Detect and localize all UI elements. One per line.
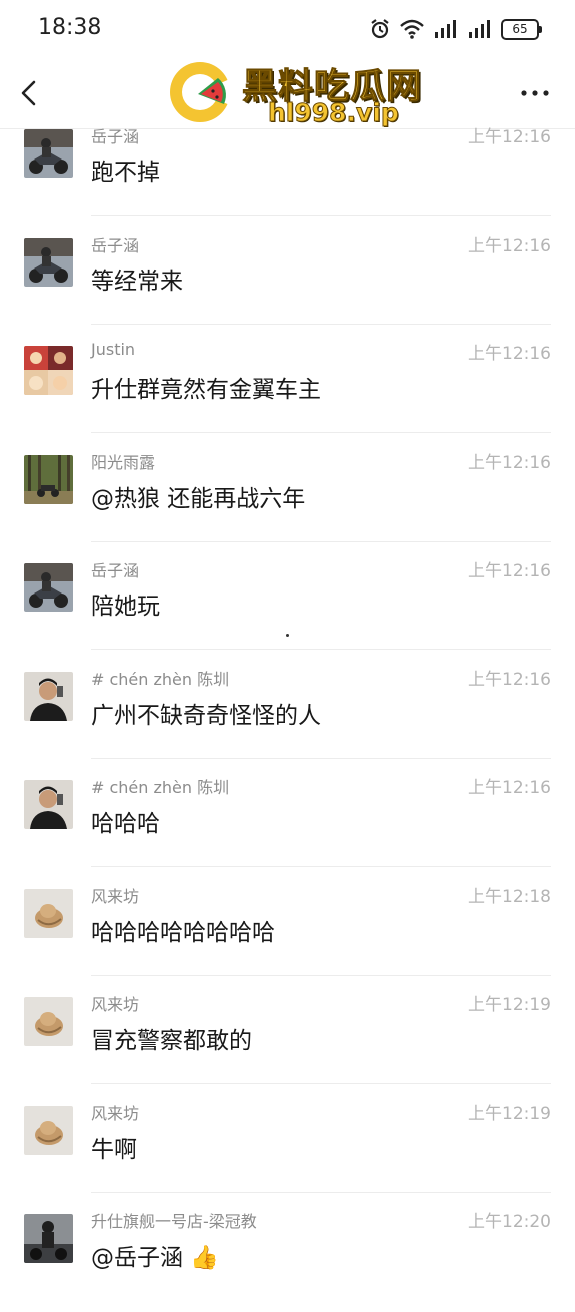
scroll-dot — [286, 634, 289, 637]
site-logo: 黑料吃瓜网 hl998.vip — [168, 58, 438, 128]
avatar[interactable] — [24, 1214, 73, 1263]
message-item[interactable]: 阳光雨露 上午12:16 @热狼 还能再战六年 — [0, 445, 575, 553]
sender-name: 风来坊 — [91, 995, 140, 1014]
message-time: 上午12:16 — [468, 344, 551, 364]
message-item[interactable]: 风来坊 上午12:18 哈哈哈哈哈哈哈哈 — [0, 879, 575, 987]
message-text: 升仕群竟然有金翼车主 — [91, 377, 321, 403]
message-time: 上午12:19 — [468, 1103, 551, 1124]
message-text: 牛啊 — [91, 1136, 137, 1163]
sender-name: # chén zhèn 陈圳 — [91, 778, 230, 797]
more-dots-icon — [521, 90, 549, 96]
sender-name: 岳子涵 — [91, 127, 140, 146]
sender-name: 岳子涵 — [91, 235, 140, 255]
message-item[interactable]: 风来坊 上午12:19 冒充警察都敢的 — [0, 987, 575, 1095]
sender-name: # chén zhèn 陈圳 — [91, 669, 230, 689]
message-item[interactable]: 岳子涵 上午12:16 陪她玩 — [0, 553, 575, 661]
message-text: 哈哈哈哈哈哈哈哈 — [91, 919, 275, 946]
message-item[interactable]: Justin 上午12:16 升仕群竟然有金翼车主 — [0, 336, 575, 444]
avatar[interactable] — [24, 129, 73, 178]
message-time: 上午12:16 — [468, 561, 551, 581]
divider — [91, 1083, 551, 1084]
message-text: @热狼 还能再战六年 — [91, 485, 306, 512]
avatar[interactable] — [24, 563, 73, 612]
message-item[interactable]: 升仕旗舰一号店-梁冠教 上午12:20 @岳子涵 👍 — [0, 1204, 575, 1312]
avatar[interactable] — [24, 997, 73, 1046]
battery-indicator: 65 — [501, 18, 542, 40]
avatar[interactable] — [24, 454, 73, 504]
message-text: 冒充警察都敢的 — [91, 1028, 252, 1054]
message-time: 上午12:16 — [468, 452, 551, 473]
alarm-icon — [371, 19, 389, 39]
status-icons: 65 — [369, 16, 542, 42]
status-bar: 18:38 65 — [0, 0, 575, 58]
message-item[interactable]: # chén zhèn 陈圳 上午12:16 哈哈哈 — [0, 770, 575, 878]
divider — [91, 323, 551, 325]
message-text: @岳子涵 👍 — [91, 1245, 219, 1271]
more-options-button[interactable] — [517, 78, 553, 108]
message-time: 上午12:18 — [468, 886, 551, 907]
divider — [91, 649, 551, 650]
divider — [91, 540, 551, 542]
message-text: 哈哈哈 — [91, 811, 160, 837]
avatar[interactable] — [24, 671, 73, 721]
status-time: 18:38 — [38, 15, 102, 40]
sender-name: 岳子涵 — [91, 561, 140, 580]
message-item[interactable]: 岳子涵 上午12:16 跑不掉 — [0, 119, 575, 227]
signal-icon-1 — [435, 20, 456, 38]
back-button[interactable] — [14, 74, 48, 112]
message-time: 上午12:19 — [468, 995, 551, 1015]
signal-icon-2 — [469, 20, 490, 38]
avatar[interactable] — [24, 237, 73, 287]
divider — [91, 974, 551, 976]
message-text: 跑不掉 — [91, 160, 160, 186]
message-item[interactable]: 风来坊 上午12:19 牛啊 — [0, 1096, 575, 1204]
sender-name: 阳光雨露 — [91, 452, 156, 472]
divider — [91, 432, 551, 433]
avatar[interactable] — [24, 346, 73, 395]
sender-name: 升仕旗舰一号店-梁冠教 — [91, 1212, 257, 1231]
message-item[interactable]: # chén zhèn 陈圳 上午12:16 广州不缺奇奇怪怪的人 — [0, 662, 575, 770]
message-time: 上午12:16 — [468, 669, 551, 690]
avatar[interactable] — [24, 888, 73, 938]
divider — [91, 1191, 551, 1193]
avatar[interactable] — [24, 780, 73, 829]
message-time: 上午12:16 — [468, 778, 551, 798]
divider — [91, 215, 551, 216]
message-text: 广州不缺奇奇怪怪的人 — [91, 702, 321, 729]
sender-name: 风来坊 — [91, 1103, 140, 1123]
message-time: 上午12:16 — [468, 127, 551, 147]
watermelon-logo-icon — [170, 62, 232, 122]
avatar[interactable] — [24, 1105, 73, 1155]
sender-name: 风来坊 — [91, 886, 140, 906]
chevron-left-icon — [21, 80, 36, 106]
message-item[interactable]: 岳子涵 上午12:16 等经常来 — [0, 228, 575, 336]
sender-name: Justin — [91, 340, 136, 359]
message-text: 等经常来 — [91, 268, 183, 295]
divider — [91, 866, 551, 867]
message-time: 上午12:20 — [468, 1212, 551, 1232]
wifi-icon — [400, 19, 424, 39]
message-time: 上午12:16 — [468, 235, 551, 256]
divider — [91, 757, 551, 759]
message-text: 陪她玩 — [91, 594, 160, 620]
